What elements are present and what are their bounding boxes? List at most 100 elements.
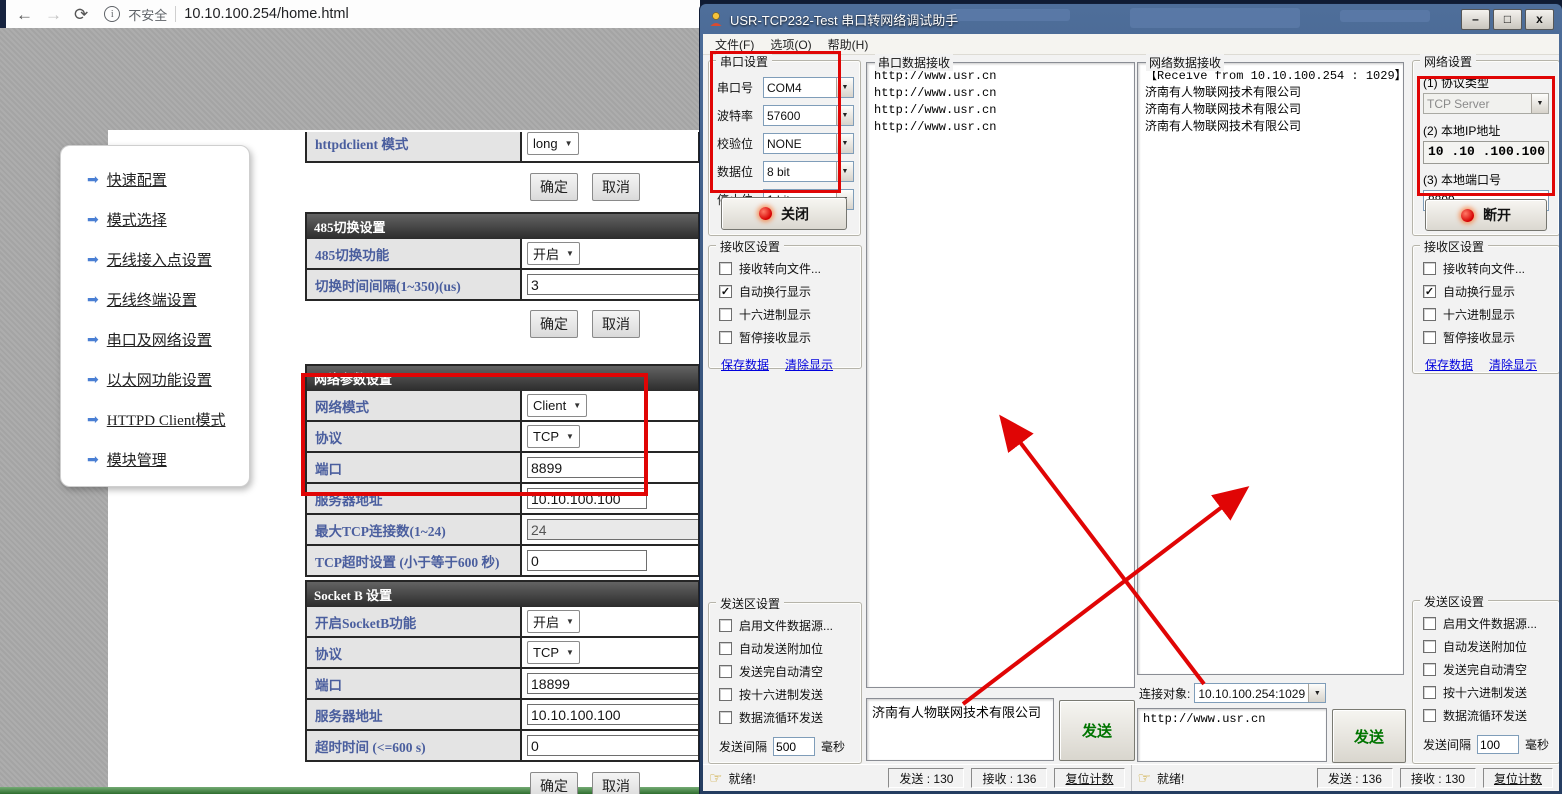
sidebar-item-uart-network[interactable]: ➡ 串口及网络设置 — [87, 328, 249, 350]
checkbox[interactable] — [1423, 663, 1436, 676]
auto-newline-option[interactable]: ✓ 自动换行显示 — [1423, 283, 1559, 300]
back-icon[interactable]: ← — [16, 6, 33, 23]
ok-button[interactable]: 确定 — [530, 173, 578, 201]
485-interval-input[interactable] — [527, 274, 698, 295]
chevron-down-icon[interactable]: ▼ — [1308, 684, 1326, 702]
serial-close-button[interactable]: 关闭 — [721, 197, 847, 230]
serial-recv-area[interactable]: http://www.usr.cn http://www.usr.cn http… — [866, 62, 1135, 688]
save-data-link[interactable]: 保存数据 — [1425, 356, 1473, 373]
socketb-enable-select[interactable]: 开启 ▼ — [527, 610, 580, 633]
auto-send-appendix-option[interactable]: 自动发送附加位 — [1423, 638, 1559, 655]
table-row: httpdclient 模式 long ▼ — [307, 132, 698, 161]
socketb-timeout-input[interactable] — [527, 735, 698, 756]
cancel-button[interactable]: 取消 — [592, 173, 640, 201]
url-text[interactable]: 10.10.100.254/home.html — [184, 6, 348, 22]
checkbox[interactable] — [1423, 262, 1436, 275]
checkbox[interactable] — [719, 331, 732, 344]
serial-send-button[interactable]: 发送 — [1059, 700, 1135, 761]
ok-button[interactable]: 确定 — [530, 310, 578, 338]
pause-recv-option[interactable]: 暂停接收显示 — [719, 329, 861, 346]
info-icon[interactable]: i — [104, 6, 121, 22]
file-data-source-option[interactable]: 启用文件数据源... — [719, 617, 861, 634]
checkbox[interactable] — [719, 262, 732, 275]
hex-display-option[interactable]: 十六进制显示 — [719, 306, 861, 323]
recv-to-file-option[interactable]: 接收转向文件... — [719, 260, 861, 277]
sidebar-item-ap-settings[interactable]: ➡ 无线接入点设置 — [87, 248, 249, 270]
address-bar[interactable]: i 不安全 10.10.100.254/home.html — [104, 5, 349, 24]
network-recv-area[interactable]: 【Receive from 10.10.100.254 : 1029】: 济南有… — [1137, 62, 1404, 675]
send-interval-input[interactable] — [1477, 735, 1520, 754]
checkbox[interactable] — [719, 308, 732, 321]
auto-send-appendix-option[interactable]: 自动发送附加位 — [719, 640, 861, 657]
ok-button[interactable]: 确定 — [530, 772, 578, 794]
table-row: TCP超时设置 (小于等于600 秒) — [307, 544, 698, 575]
pause-recv-option[interactable]: 暂停接收显示 — [1423, 329, 1559, 346]
checkbox[interactable] — [1423, 640, 1436, 653]
sidebar-item-ethernet[interactable]: ➡ 以太网功能设置 — [87, 368, 249, 390]
save-data-link[interactable]: 保存数据 — [721, 356, 769, 373]
connection-target-select[interactable]: 10.10.100.254:1029 ▼ — [1194, 683, 1327, 703]
cancel-button[interactable]: 取消 — [592, 772, 640, 794]
socketb-server-input[interactable] — [527, 704, 698, 725]
title-bar[interactable]: USR-TCP232-Test 串口转网络调试助手 – □ x — [700, 4, 1562, 34]
tcp-timeout-input[interactable] — [527, 550, 647, 571]
row-label: 切换时间间隔(1~350)(us) — [307, 270, 522, 299]
485-enable-select[interactable]: 开启 ▼ — [527, 242, 580, 265]
arrow-bullet-icon: ➡ — [87, 331, 99, 347]
auto-clear-option[interactable]: 发送完自动清空 — [719, 663, 861, 680]
minimize-button[interactable]: – — [1461, 8, 1490, 30]
loop-send-option[interactable]: 数据流循环发送 — [1423, 707, 1559, 724]
maximize-button[interactable]: □ — [1493, 8, 1522, 30]
checkbox[interactable] — [1423, 709, 1436, 722]
checkbox[interactable]: ✓ — [1423, 285, 1436, 298]
close-button[interactable]: x — [1525, 8, 1554, 30]
checkbox[interactable] — [1423, 331, 1436, 344]
hex-send-option[interactable]: 按十六进制发送 — [1423, 684, 1559, 701]
socketb-port-input[interactable] — [527, 673, 698, 694]
security-label: 不安全 — [128, 7, 168, 23]
checkbox[interactable] — [1423, 308, 1436, 321]
row-label: 最大TCP连接数(1~24) — [307, 515, 522, 544]
serial-send-input[interactable]: 济南有人物联网技术有限公司 — [866, 698, 1054, 761]
checkbox[interactable] — [719, 619, 732, 632]
clear-display-link[interactable]: 清除显示 — [785, 356, 833, 373]
clear-display-link[interactable]: 清除显示 — [1489, 356, 1537, 373]
section-header-socketb: Socket B 设置 — [307, 582, 698, 607]
send-interval-input[interactable] — [773, 737, 816, 756]
checkbox[interactable] — [1423, 686, 1436, 699]
auto-newline-option[interactable]: ✓ 自动换行显示 — [719, 283, 861, 300]
sidebar-item-httpd-client[interactable]: ➡ HTTPD Client模式 — [87, 408, 249, 430]
network-send-button[interactable]: 发送 — [1332, 709, 1406, 763]
sent-count: 发送 : 136 — [1316, 768, 1393, 788]
network-send-input[interactable]: http://www.usr.cn — [1137, 708, 1327, 762]
httpdclient-mode-select[interactable]: long ▼ — [527, 132, 579, 155]
hex-display-option[interactable]: 十六进制显示 — [1423, 306, 1559, 323]
reset-count-button[interactable]: 复位计数 — [1482, 768, 1553, 788]
group-title: 发送区设置 — [716, 595, 785, 612]
reset-count-button[interactable]: 复位计数 — [1054, 768, 1125, 788]
loop-send-option[interactable]: 数据流循环发送 — [719, 709, 861, 726]
sidebar-item-sta-settings[interactable]: ➡ 无线终端设置 — [87, 288, 249, 310]
checkbox[interactable] — [719, 711, 732, 724]
sidebar-item-mode-select[interactable]: ➡ 模式选择 — [87, 208, 249, 230]
sidebar-item-module-manage[interactable]: ➡ 模块管理 — [87, 448, 249, 470]
interval-label: 发送间隔 — [1423, 738, 1472, 752]
hex-send-option[interactable]: 按十六进制发送 — [719, 686, 861, 703]
auto-clear-option[interactable]: 发送完自动清空 — [1423, 661, 1559, 678]
sidebar-item-quick-config[interactable]: ➡ 快速配置 — [87, 168, 249, 190]
checkbox[interactable] — [719, 642, 732, 655]
chevron-down-icon: ▼ — [566, 249, 574, 258]
interval-unit: 毫秒 — [821, 740, 846, 754]
checkbox[interactable]: ✓ — [719, 285, 732, 298]
serial-recv-settings-group: 接收区设置 接收转向文件... ✓ 自动换行显示 十六进制显示 暂停接收显示 保存… — [708, 238, 862, 372]
recv-to-file-option[interactable]: 接收转向文件... — [1423, 260, 1559, 277]
reload-icon[interactable]: ⟳ — [74, 6, 88, 23]
checkbox[interactable] — [719, 688, 732, 701]
checkbox[interactable] — [1423, 617, 1436, 630]
socketb-protocol-select[interactable]: TCP ▼ — [527, 641, 580, 664]
file-data-source-option[interactable]: 启用文件数据源... — [1423, 615, 1559, 632]
cancel-button[interactable]: 取消 — [592, 310, 640, 338]
checkbox[interactable] — [719, 665, 732, 678]
forward-icon[interactable]: → — [45, 6, 62, 23]
network-disconnect-button[interactable]: 断开 — [1425, 199, 1547, 231]
